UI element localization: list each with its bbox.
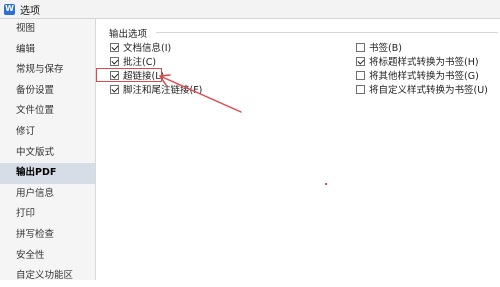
option-heading-to-bookmarks[interactable]: 将标题样式转换为书签(H): [356, 55, 479, 68]
options-panel: 输出选项 文档信息(I) 批注(C) 超链接(L) 脚注和尾注链接(F) 书签(…: [96, 19, 500, 280]
sidebar-item-file-location[interactable]: 文件位置: [0, 101, 95, 122]
option-document-info[interactable]: 文档信息(I): [110, 41, 172, 54]
group-label-output-options: 输出选项: [109, 26, 152, 40]
sidebar-item-output-pdf[interactable]: 输出PDF: [0, 163, 95, 184]
checkbox-heading-to-bookmarks[interactable]: [356, 56, 365, 66]
sidebar-item-general-save[interactable]: 常规与保存: [0, 60, 95, 81]
wps-app-icon: W: [4, 3, 15, 15]
sidebar-item-edit[interactable]: 编辑: [0, 40, 95, 61]
option-label: 脚注和尾注链接(F): [123, 85, 203, 96]
option-comments[interactable]: 批注(C): [110, 55, 157, 68]
group-divider: [156, 32, 498, 33]
option-custom-styles-to-bookmarks[interactable]: 将自定义样式转换为书签(U): [356, 83, 488, 96]
option-other-styles-to-bookmarks[interactable]: 将其他样式转换为书签(G): [356, 69, 479, 82]
checkbox-other-styles-to-bookmarks[interactable]: [356, 70, 365, 80]
checkbox-document-info[interactable]: [110, 42, 119, 52]
sidebar-item-view[interactable]: 视图: [0, 19, 95, 40]
option-hyperlinks[interactable]: 超链接(L): [110, 69, 165, 82]
title-bar: W 选项: [0, 0, 500, 19]
option-label: 书签(B): [369, 43, 402, 54]
sidebar-item-print[interactable]: 打印: [0, 204, 95, 225]
checkbox-comments[interactable]: [110, 56, 119, 66]
option-label: 超链接(L): [123, 71, 165, 82]
sidebar-item-chinese-layout[interactable]: 中文版式: [0, 143, 95, 164]
sidebar-item-customize-ribbon[interactable]: 自定义功能区: [0, 266, 95, 287]
option-label: 将其他样式转换为书签(G): [369, 71, 479, 82]
option-bookmarks[interactable]: 书签(B): [356, 41, 402, 54]
options-sidebar: 视图 编辑 常规与保存 备份设置 文件位置 修订 中文版式 输出PDF 用户信息…: [0, 19, 96, 281]
annotation-dot: [325, 183, 327, 185]
option-label: 将自定义样式转换为书签(U): [369, 85, 488, 96]
sidebar-item-security[interactable]: 安全性: [0, 246, 95, 267]
window-title: 选项: [20, 5, 40, 17]
option-label: 文档信息(I): [123, 43, 172, 54]
sidebar-item-revision[interactable]: 修订: [0, 122, 95, 143]
sidebar-item-backup[interactable]: 备份设置: [0, 81, 95, 102]
sidebar-item-user-info[interactable]: 用户信息: [0, 184, 95, 205]
checkbox-bookmarks[interactable]: [356, 42, 365, 52]
option-label: 将标题样式转换为书签(H): [369, 57, 479, 68]
sidebar-item-spell-check[interactable]: 拼写检查: [0, 225, 95, 246]
checkbox-custom-styles-to-bookmarks[interactable]: [356, 84, 365, 94]
option-label: 批注(C): [123, 57, 157, 68]
option-footnote-links[interactable]: 脚注和尾注链接(F): [110, 83, 203, 96]
checkbox-hyperlinks[interactable]: [110, 70, 119, 80]
checkbox-footnote-links[interactable]: [110, 84, 119, 94]
